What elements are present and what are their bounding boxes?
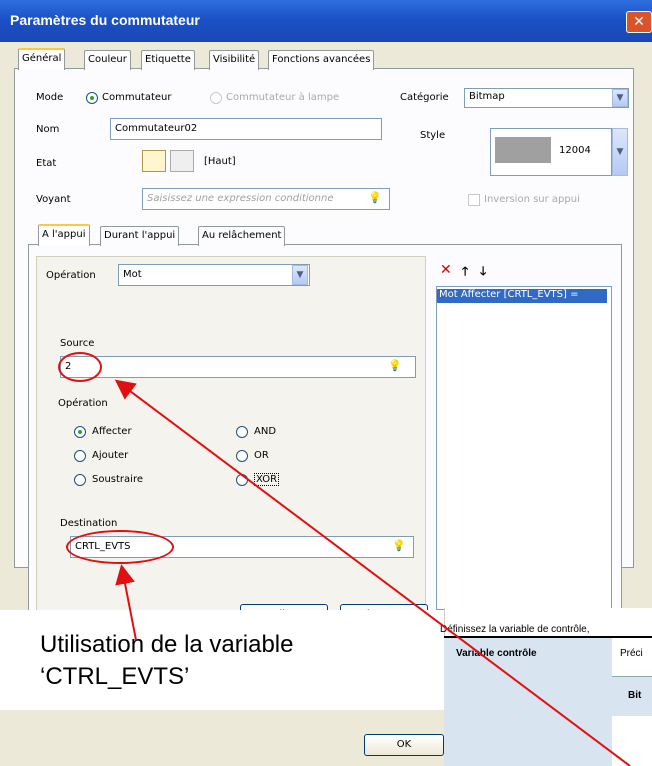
destination-arrow [115,564,137,641]
annotation-arrows [114,379,631,766]
source-arrow [114,379,631,766]
